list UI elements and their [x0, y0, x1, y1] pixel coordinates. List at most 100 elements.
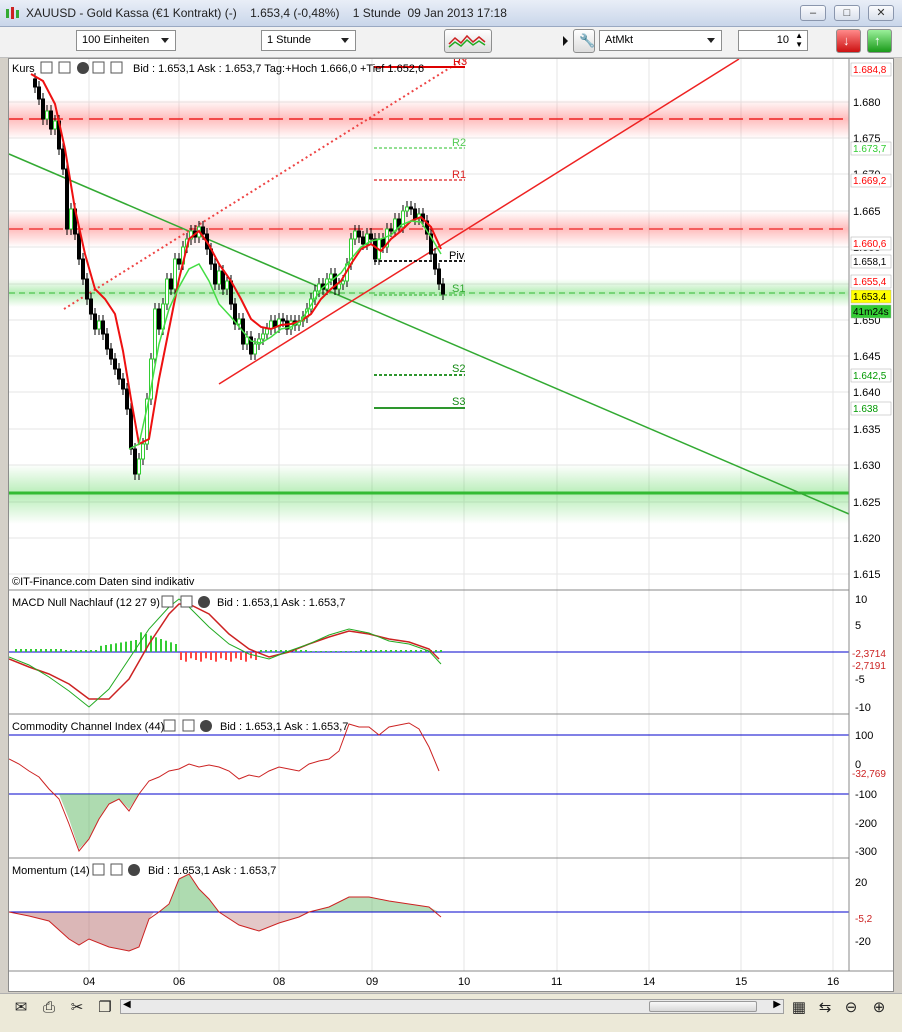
zoom-in-icon[interactable]: ⊕	[868, 998, 890, 1018]
macd-histogram-bar	[85, 650, 87, 652]
x-tick-label: 15	[735, 976, 747, 988]
cci-y-tick: -200	[855, 818, 877, 830]
candlestick	[101, 320, 105, 335]
macd-histogram-bar	[305, 650, 307, 652]
macd-histogram-bar	[115, 643, 117, 652]
window-icon[interactable]	[110, 863, 123, 876]
bottom-bar: ✉ ⎙ ✂ ❐ ◀ ▶ ▦ ⇆ ⊖ ⊕	[0, 993, 902, 1032]
printer-icon[interactable]: ⎙	[38, 998, 60, 1018]
cci-panel[interactable]: Commodity Channel Index (44) Bid : 1.653…	[9, 713, 893, 852]
mail-icon[interactable]: ✉	[10, 998, 32, 1018]
macd-histogram-bar	[235, 652, 237, 659]
macd-histogram-bar	[435, 650, 437, 652]
buy-button[interactable]: ↑	[867, 29, 892, 53]
candlestick	[45, 110, 49, 120]
window-icon[interactable]	[180, 595, 193, 608]
x-tick-label: 10	[458, 976, 470, 988]
x-tick-label: 14	[643, 976, 655, 988]
macd-histogram-bar	[375, 650, 377, 652]
move-up-icon[interactable]	[110, 61, 123, 74]
y-tick-label: 1.665	[853, 206, 881, 218]
horizontal-scrollbar[interactable]: ◀ ▶	[120, 999, 784, 1014]
window-title: XAUUSD - Gold Kassa (€1 Kontrakt) (-) 1.…	[26, 6, 507, 20]
chart-area[interactable]: R3 R2 R1 Piv S1 S2 S3 Kurs Bid : 1.653,1…	[8, 58, 894, 992]
interval-select[interactable]: 1 Stunde	[261, 30, 356, 51]
expand-arrow-icon[interactable]	[563, 36, 568, 46]
price-tag: 1.669,2	[853, 176, 887, 187]
close-button[interactable]: ✕	[868, 5, 894, 21]
candlestick	[437, 268, 441, 285]
macd-value-tag: -2,3714	[852, 649, 886, 660]
stepper-arrows-icon[interactable]: ▲ ▼	[795, 31, 803, 49]
macd-histogram-bar	[350, 651, 352, 652]
buy-arrow-icon: ↑	[874, 33, 881, 48]
macd-histogram-bar	[125, 641, 127, 652]
macd-histogram-bar	[90, 650, 92, 652]
chart-canvas[interactable]: R3 R2 R1 Piv S1 S2 S3 Kurs Bid : 1.653,1…	[9, 59, 893, 991]
move-down-icon[interactable]	[92, 61, 105, 74]
window-icon[interactable]	[58, 61, 71, 74]
chevron-down-icon	[161, 38, 169, 43]
sell-button[interactable]: ↓	[836, 29, 861, 53]
interval-select-value: 1 Stunde	[267, 34, 312, 46]
price-tag: 1.673,7	[853, 144, 887, 155]
momentum-panel[interactable]: Momentum (14) Bid : 1.653,1 Ask : 1.653,…	[9, 857, 893, 952]
price-tag: 1.638	[853, 404, 878, 415]
macd-histogram-bar	[175, 644, 177, 652]
pivot-label-piv: Piv	[449, 250, 465, 262]
momentum-positive-fill-2	[309, 897, 439, 912]
macd-histogram-bar	[225, 652, 227, 660]
quantity-stepper[interactable]: 10 ▲ ▼	[738, 30, 808, 51]
y-tick-label: 1.635	[853, 424, 881, 436]
macd-histogram-bar	[300, 650, 302, 652]
macd-histogram-bar	[105, 645, 107, 652]
candlestick	[117, 368, 121, 380]
macd-histogram-bar	[295, 650, 297, 652]
zoom-out-icon[interactable]: ⊖	[840, 998, 862, 1018]
candlestick	[129, 408, 133, 450]
macd-value-tag: -2,7191	[852, 661, 886, 672]
close-panel-icon[interactable]	[77, 62, 89, 74]
chart-style-button[interactable]	[444, 29, 492, 53]
macd-histogram-bar	[45, 649, 47, 652]
fit-icon[interactable]: ⇆	[814, 998, 836, 1018]
macd-histogram-bar	[440, 650, 442, 652]
maximize-button[interactable]: □	[834, 5, 860, 21]
candlestick	[133, 448, 137, 475]
units-select[interactable]: 100 Einheiten	[76, 30, 176, 51]
chart-settings-icon[interactable]: ▦	[788, 998, 810, 1018]
candlestick	[153, 308, 157, 360]
wrench-icon[interactable]	[163, 719, 176, 732]
wrench-icon[interactable]	[92, 863, 105, 876]
macd-panel[interactable]: MACD Null Nachlauf (12 27 9) Bid : 1.653…	[9, 589, 893, 708]
macd-histogram-bar	[215, 652, 217, 662]
copy-icon[interactable]: ❐	[94, 998, 116, 1018]
pivot-label-s2: S2	[452, 363, 465, 375]
window-icon[interactable]	[182, 719, 195, 732]
minimize-button[interactable]: –	[800, 5, 826, 21]
macd-histogram-bar	[170, 642, 172, 652]
cci-y-tick: -300	[855, 846, 877, 858]
cci-y-tick: 100	[855, 730, 873, 742]
scroll-left-icon[interactable]: ◀	[123, 999, 131, 1010]
wrench-icon[interactable]	[161, 595, 174, 608]
close-panel-icon[interactable]	[128, 864, 140, 876]
order-type-select[interactable]: AtMkt	[599, 30, 722, 51]
close-panel-icon[interactable]	[200, 720, 212, 732]
scrollbar-thumb[interactable]	[649, 1001, 757, 1012]
candlestick	[173, 258, 177, 290]
macd-histogram-bar	[365, 650, 367, 652]
price-tag: 1.655,4	[853, 277, 887, 288]
order-settings-button[interactable]: 🔧	[573, 29, 595, 53]
price-panel[interactable]: R3 R2 R1 Piv S1 S2 S3 Kurs Bid : 1.653,1…	[9, 59, 850, 971]
candlestick	[281, 318, 285, 322]
scroll-right-icon[interactable]: ▶	[773, 999, 781, 1010]
close-panel-icon[interactable]	[198, 596, 210, 608]
cci-y-tick: -100	[855, 789, 877, 801]
scissors-icon[interactable]: ✂	[66, 998, 88, 1018]
macd-histogram-bar	[275, 650, 277, 652]
wrench-icon[interactable]	[40, 61, 53, 74]
macd-y-tick: 5	[855, 620, 861, 632]
candlestick	[97, 320, 101, 330]
toolbar: 100 Einheiten 1 Stunde 🔧 AtMkt 10 ▲ ▼ ↓ ↑	[0, 27, 902, 58]
